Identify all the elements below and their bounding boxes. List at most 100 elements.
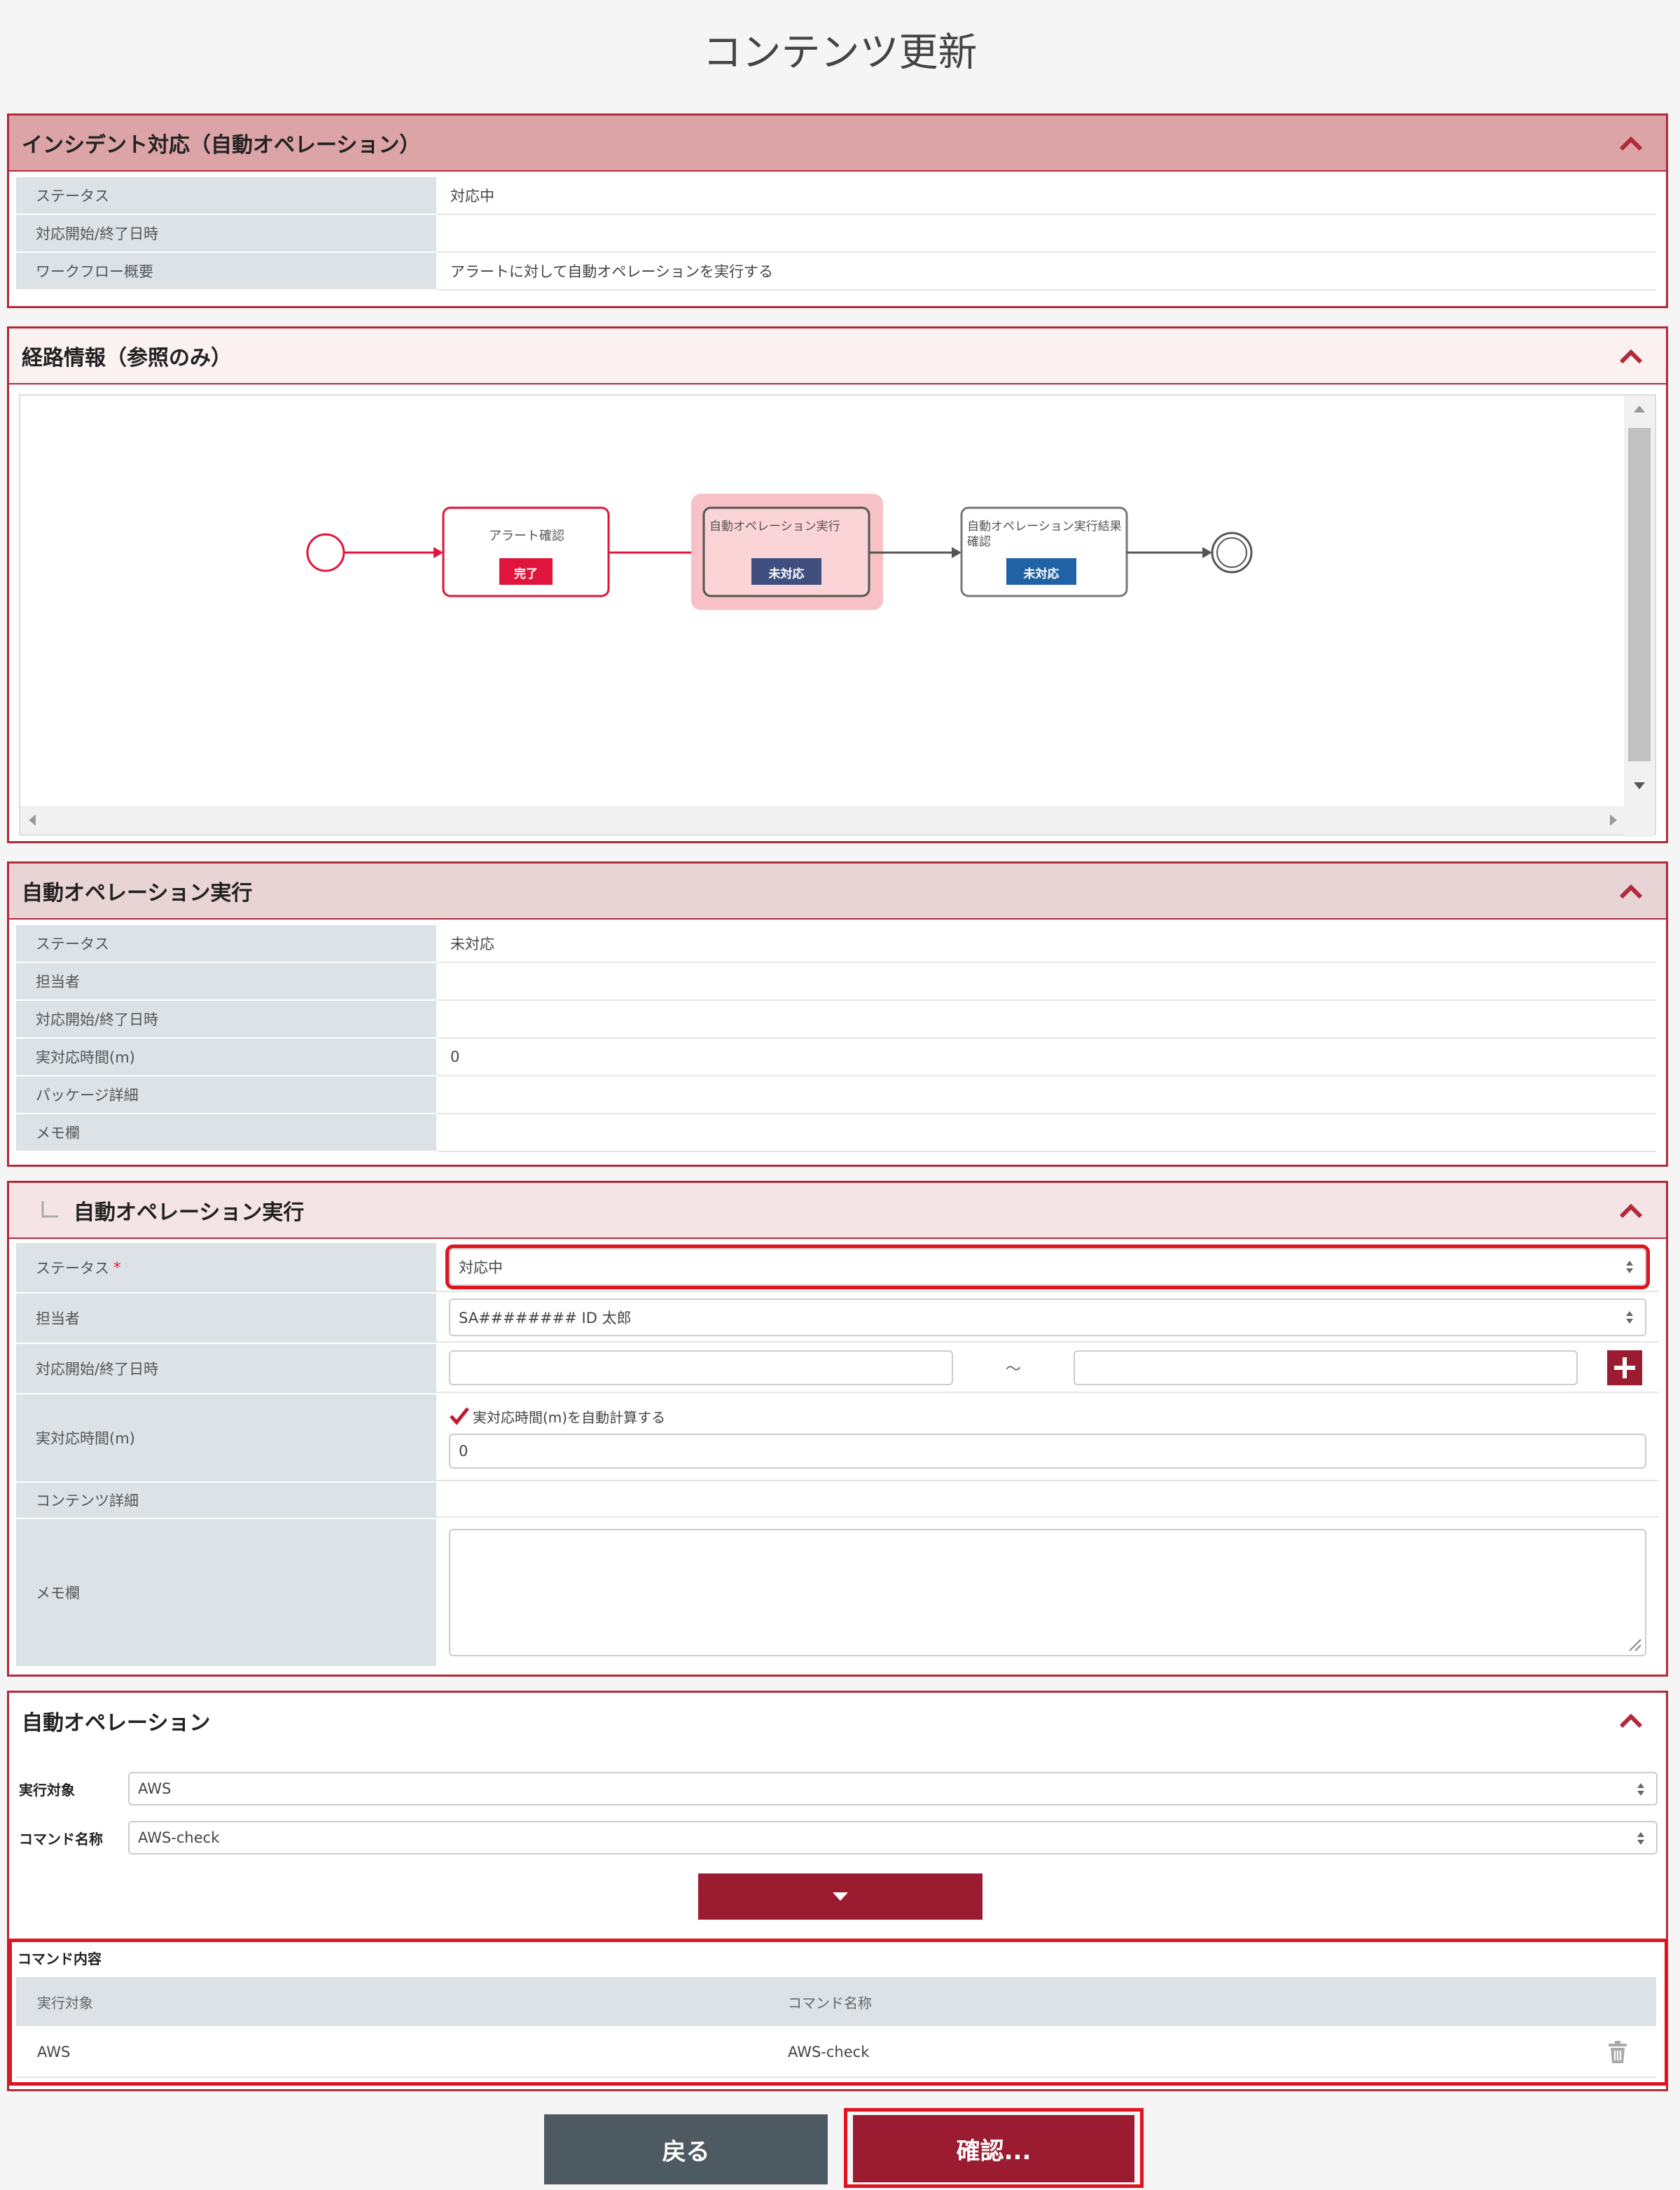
chevron-up-icon[interactable] [1617, 1707, 1645, 1735]
node-badge: 未対応 [1023, 567, 1060, 581]
form-row-content: コンテンツ詳細 [16, 1483, 1659, 1519]
table-row: メモ欄 [16, 1114, 1656, 1152]
back-button[interactable]: 戻る [544, 2114, 828, 2184]
status-label-cell: ステータス * [16, 1243, 436, 1292]
chevron-up-icon[interactable] [1617, 342, 1645, 370]
scroll-right-icon[interactable] [1610, 815, 1617, 826]
target-select[interactable]: AWS [128, 1772, 1658, 1806]
datetime-separator: ～ [1005, 1361, 1021, 1378]
route-panel-header[interactable]: 経路情報（参照のみ） [9, 328, 1666, 384]
resize-handle-icon[interactable] [1627, 1637, 1642, 1652]
target-label: 実行対象 [19, 1781, 75, 1799]
table-row: ステータス 未対応 [16, 925, 1656, 963]
target-row: 実行対象 AWS [19, 1771, 1658, 1806]
actual-time-input[interactable]: 0 [449, 1433, 1646, 1469]
node-title: 自動オペレーション実行 [709, 520, 840, 534]
arrow-head-icon [952, 547, 962, 558]
time-label: 実対応時間(m) [36, 1430, 135, 1447]
assignee-select-cell: SA######## ID 太郎 [436, 1294, 1659, 1343]
scroll-up-icon[interactable] [1634, 406, 1645, 413]
checkmark-icon [450, 1407, 469, 1425]
memo-cell [436, 1519, 1659, 1666]
row-label: 対応開始/終了日時 [16, 215, 436, 253]
table-row: ステータス 対応中 [16, 177, 1656, 215]
form-row-time: 実対応時間(m) 実対応時間(m)を自動計算する 0 [16, 1394, 1659, 1483]
row-value [436, 1076, 1656, 1114]
form-row-memo: メモ欄 [16, 1519, 1659, 1666]
scroll-down-icon[interactable] [1634, 782, 1645, 789]
assignee-label: 担当者 [36, 1310, 80, 1327]
auto-calc-checkbox[interactable]: 実対応時間(m)を自動計算する [449, 1406, 1646, 1427]
content-detail-label: コンテンツ詳細 [36, 1492, 139, 1509]
vertical-scrollbar[interactable] [1624, 396, 1655, 837]
auto-exec-info-table: ステータス 未対応 担当者 対応開始/終了日時 実対応時間(m) 0 パッケージ詳細… [16, 925, 1656, 1152]
column-header-target: 実行対象 [37, 1994, 93, 2011]
auto-op-title: 自動オペレーション [22, 1711, 211, 1735]
horizontal-scrollbar[interactable] [20, 806, 1627, 834]
command-select[interactable]: AWS-check [128, 1821, 1658, 1855]
end-datetime-input[interactable] [1074, 1350, 1578, 1385]
confirm-button[interactable]: 確認... [853, 2115, 1134, 2182]
select-arrows-icon [1626, 1261, 1633, 1273]
table-row: 対応開始/終了日時 [16, 215, 1656, 253]
assignee-label-cell: 担当者 [16, 1294, 436, 1343]
page-title: コンテンツ更新 [702, 30, 978, 76]
trash-icon[interactable] [1607, 2039, 1628, 2065]
assignee-select[interactable]: SA######## ID 太郎 [449, 1298, 1646, 1336]
content-label-cell: コンテンツ詳細 [16, 1483, 436, 1518]
content-detail-value [436, 1483, 1659, 1518]
scrollbar-thumb[interactable] [1628, 428, 1651, 761]
command-content-title: コマンド内容 [18, 1950, 102, 1967]
caret-down-icon [833, 1892, 848, 1901]
node-badge: 未対応 [768, 567, 805, 581]
row-label: ステータス [16, 177, 436, 215]
arrow-head-icon [433, 547, 443, 558]
auto-exec-view-header[interactable]: 自動オペレーション実行 [9, 864, 1666, 920]
status-select[interactable]: 対応中 [445, 1245, 1650, 1289]
datetime-label: 対応開始/終了日時 [36, 1361, 159, 1378]
end-event-inner-icon [1216, 537, 1247, 568]
start-datetime-input[interactable] [449, 1350, 953, 1385]
incident-panel-title: インシデント対応（自動オペレーション） [22, 133, 421, 158]
memo-textarea[interactable] [449, 1529, 1646, 1656]
auto-op-header[interactable]: 自動オペレーション [9, 1693, 1666, 1749]
time-label-cell: 実対応時間(m) [16, 1394, 436, 1481]
status-select-cell: 対応中 [436, 1243, 1659, 1292]
scroll-left-icon[interactable] [29, 815, 36, 826]
command-content-box: コマンド内容 実行対象 コマンド名称 AWS AWS-check [8, 1939, 1668, 2086]
datetime-label-cell: 対応開始/終了日時 [16, 1344, 436, 1393]
incident-info-table: ステータス 対応中 対応開始/終了日時 ワークフロー概要 アラートに対して自動オペレ… [16, 177, 1656, 291]
auto-exec-edit-header[interactable]: 自動オペレーション実行 [9, 1183, 1666, 1239]
route-panel-title: 経路情報（参照のみ） [22, 346, 232, 370]
table-row: 担当者 [16, 963, 1656, 1001]
chevron-up-icon[interactable] [1617, 130, 1645, 158]
assignee-select-value: SA######## ID 太郎 [459, 1310, 632, 1326]
node-title: アラート確認 [489, 529, 564, 543]
add-datetime-button[interactable] [1607, 1350, 1642, 1385]
node-badge: 完了 [514, 567, 538, 581]
table-row: 対応開始/終了日時 [16, 1001, 1656, 1039]
select-arrows-icon [1637, 1832, 1644, 1845]
auto-exec-view-panel: 自動オペレーション実行 ステータス 未対応 担当者 対応開始/終了日時 実対応時間… [7, 861, 1668, 1167]
chevron-up-icon[interactable] [1617, 878, 1645, 906]
auto-exec-edit-title: 自動オペレーション実行 [74, 1200, 305, 1225]
row-label: 対応開始/終了日時 [16, 1001, 436, 1039]
row-label: 担当者 [16, 963, 436, 1001]
status-select-value: 対応中 [459, 1259, 503, 1276]
row-label: メモ欄 [16, 1114, 436, 1152]
select-arrows-icon [1626, 1311, 1633, 1324]
add-command-button[interactable] [698, 1873, 983, 1920]
memo-label-cell: メモ欄 [16, 1519, 436, 1666]
chevron-up-icon[interactable] [1617, 1197, 1645, 1225]
row-value: 対応中 [436, 177, 1656, 215]
command-table-header: 実行対象 コマンド名称 [16, 1977, 1656, 2026]
row-label: ステータス [16, 925, 436, 963]
table-row: AWS AWS-check [16, 2028, 1656, 2078]
row-value [436, 215, 1656, 253]
auto-exec-edit-panel: 自動オペレーション実行 ステータス * 対応中 担当者 SA######## ID… [7, 1181, 1668, 1677]
incident-panel-header[interactable]: インシデント対応（自動オペレーション） [9, 116, 1666, 172]
actual-time-value: 0 [459, 1442, 468, 1460]
row-label: 実対応時間(m) [16, 1039, 436, 1076]
cell-target: AWS [37, 2044, 71, 2060]
auto-exec-view-title: 自動オペレーション実行 [22, 881, 253, 906]
